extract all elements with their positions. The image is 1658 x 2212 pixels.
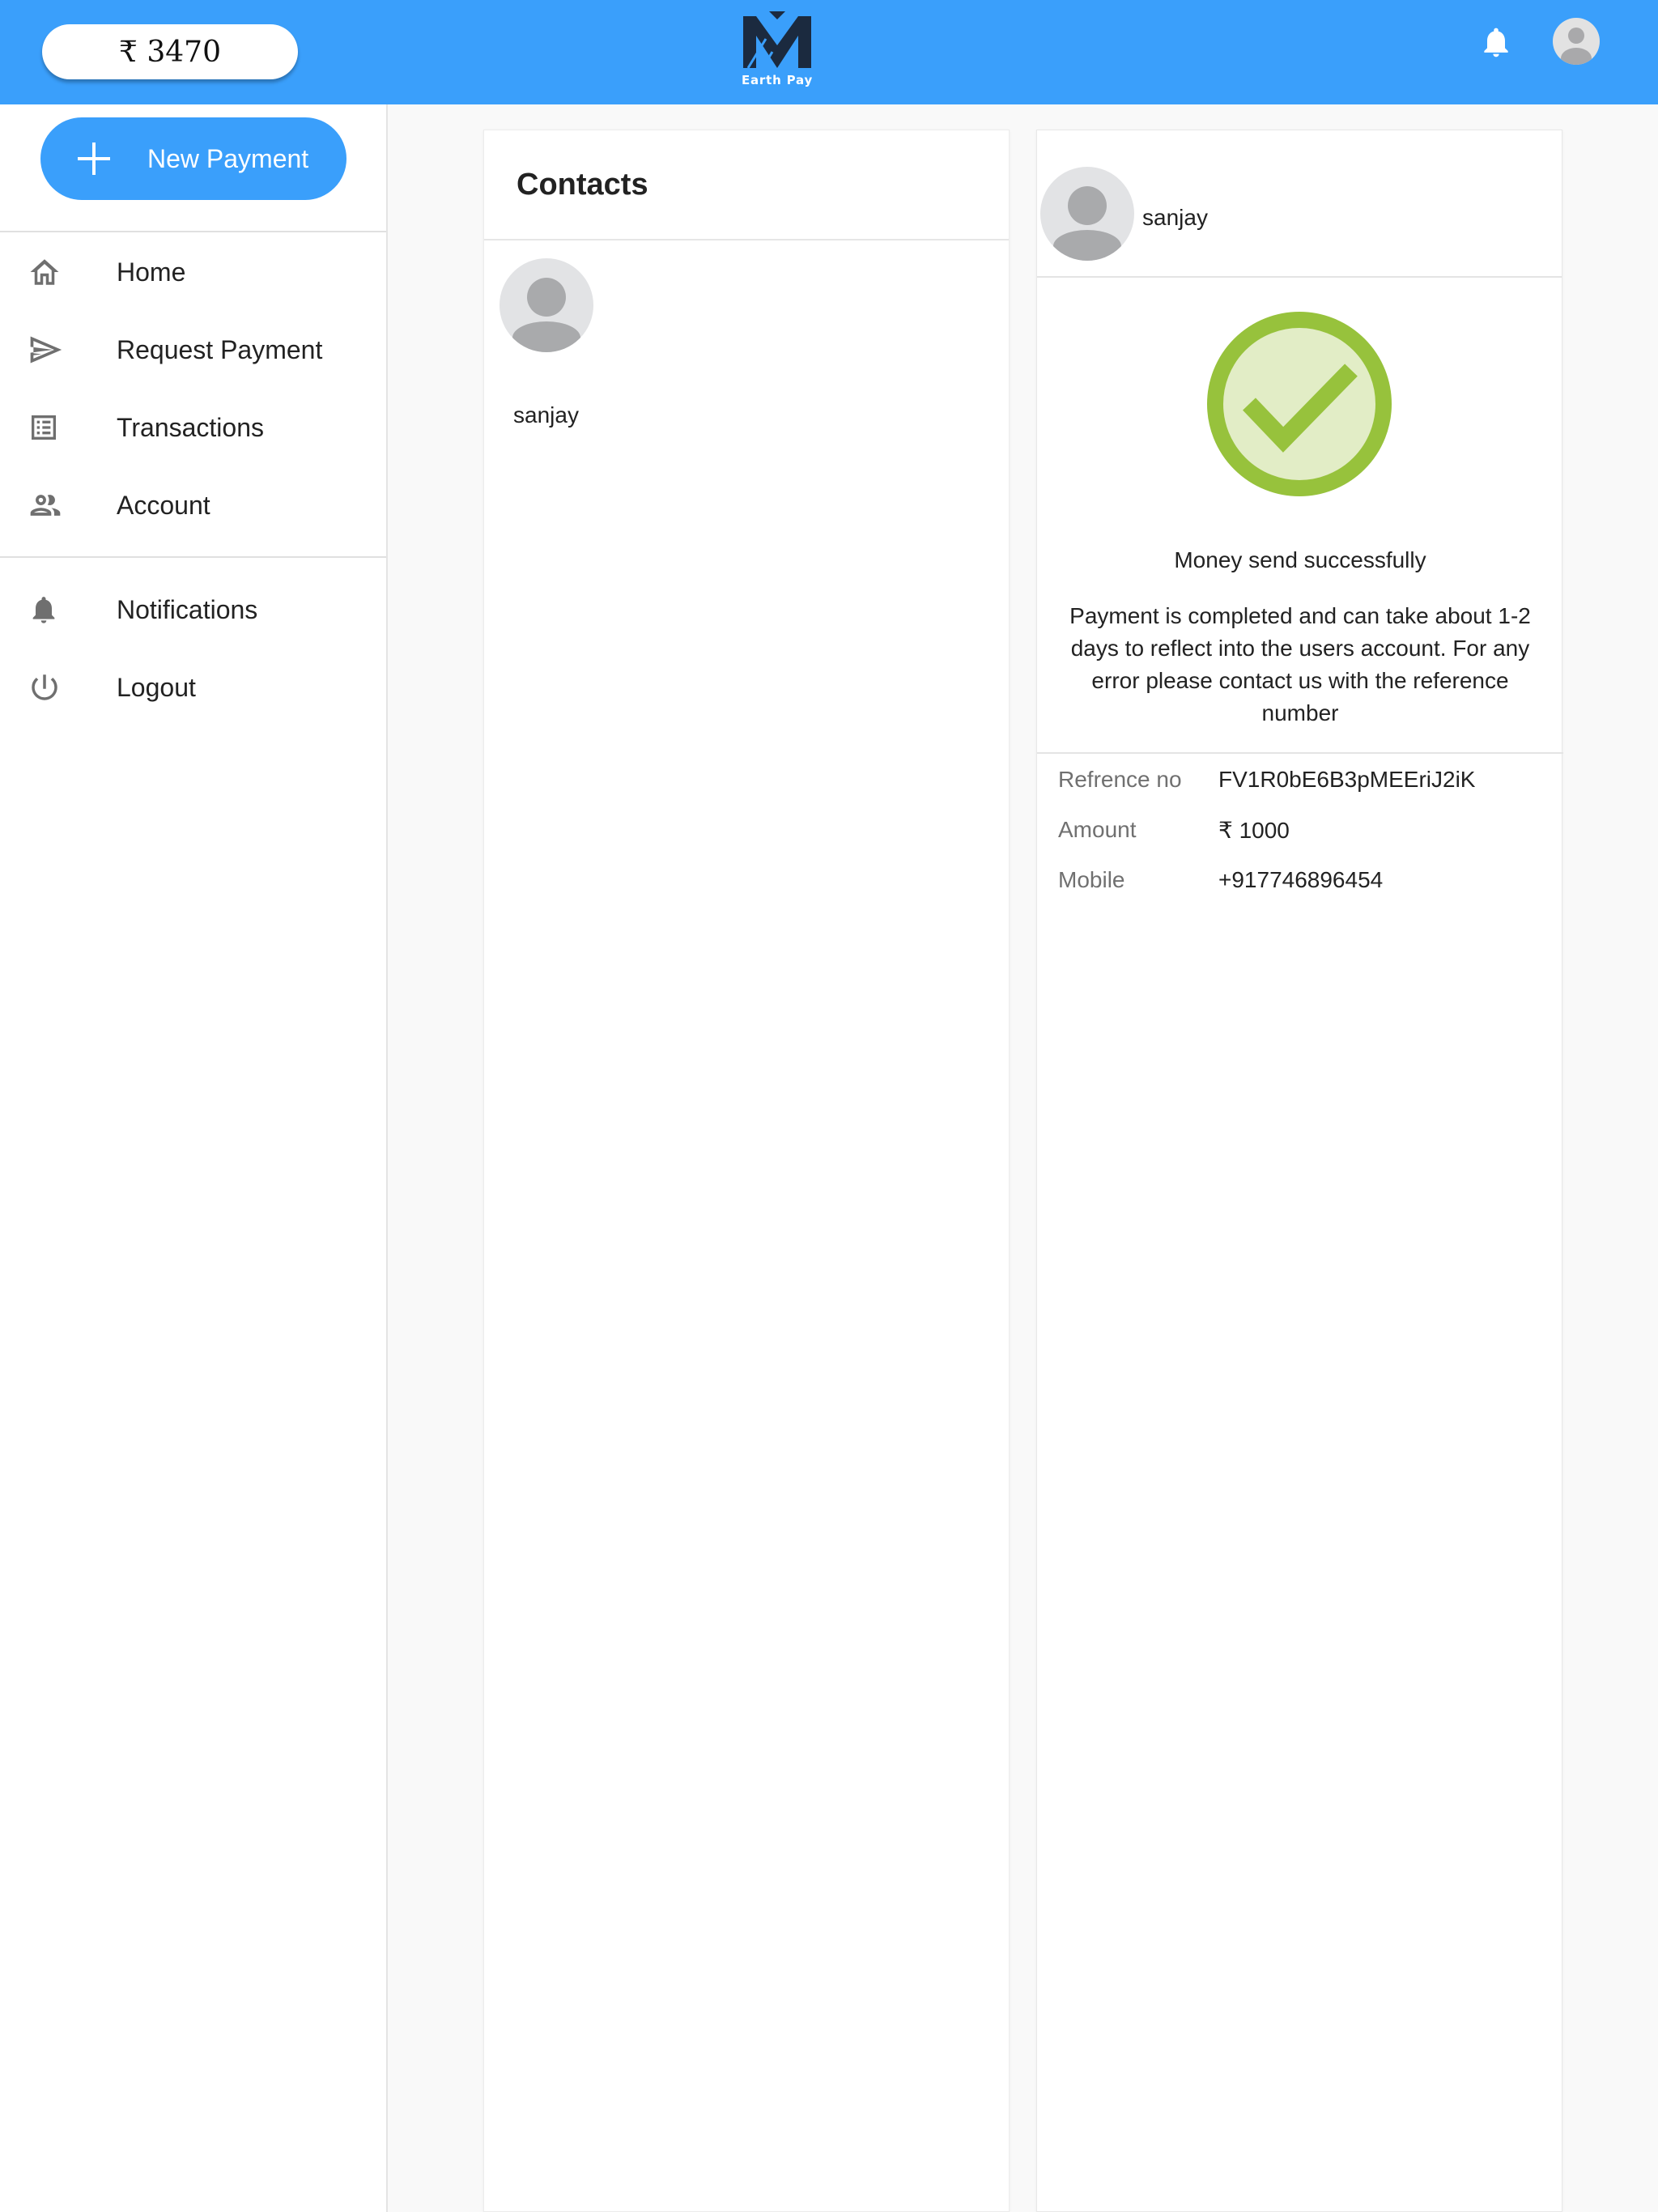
- sidebar: New Payment Home Request Payment Transac…: [0, 104, 388, 2212]
- sidebar-item-request-payment[interactable]: Request Payment: [0, 311, 386, 389]
- receipt-divider: [1037, 752, 1563, 754]
- plus-icon: [40, 141, 147, 177]
- sidebar-divider: [0, 231, 386, 232]
- home-icon: [0, 255, 117, 289]
- list-icon: [0, 411, 117, 444]
- mobile-value: +917746896454: [1218, 867, 1384, 892]
- sidebar-item-notifications[interactable]: Notifications: [0, 571, 386, 649]
- bell-icon[interactable]: [1478, 24, 1514, 60]
- reference-row: Refrence no FV1R0bE6B3pMEEriJ2iK: [1058, 764, 1544, 796]
- recipient-name: sanjay: [1142, 205, 1208, 230]
- sidebar-item-label: Logout: [117, 672, 196, 702]
- contact-name[interactable]: sanjay: [513, 402, 579, 428]
- new-payment-button[interactable]: New Payment: [40, 117, 346, 200]
- top-app-bar: ₹ 3470 Earth Pay: [0, 0, 1658, 104]
- people-icon: [0, 487, 117, 523]
- amount-row: Amount ₹ 1000: [1058, 814, 1544, 846]
- bell-icon: [0, 593, 117, 626]
- success-check-icon: [1207, 312, 1392, 496]
- contacts-title: Contacts: [484, 130, 1009, 240]
- sidebar-item-label: Transactions: [117, 412, 264, 442]
- payment-description: Payment is completed and can take about …: [1069, 603, 1531, 725]
- sidebar-item-home[interactable]: Home: [0, 233, 386, 311]
- detail-label: Amount: [1058, 817, 1137, 842]
- power-icon: [0, 670, 117, 704]
- logo-mark-icon: [743, 11, 811, 69]
- user-avatar-icon[interactable]: [1553, 18, 1600, 65]
- sidebar-item-label: Account: [117, 490, 210, 520]
- payment-receipt-panel: sanjay Money send successfully Payment i…: [1036, 130, 1563, 2212]
- sidebar-item-account[interactable]: Account: [0, 466, 386, 544]
- recipient-avatar-icon: [1040, 167, 1134, 261]
- sidebar-divider: [0, 556, 386, 558]
- detail-label: Refrence no: [1058, 767, 1182, 792]
- new-payment-label: New Payment: [147, 143, 309, 173]
- mobile-row: Mobile +917746896454: [1058, 864, 1544, 896]
- sidebar-item-label: Request Payment: [117, 334, 323, 364]
- earth-pay-logo[interactable]: Earth Pay: [738, 11, 816, 96]
- sidebar-item-label: Home: [117, 257, 186, 287]
- payment-status-text: Money send successfully: [1174, 547, 1426, 572]
- contact-avatar-icon[interactable]: [500, 258, 593, 352]
- sidebar-item-logout[interactable]: Logout: [0, 649, 386, 726]
- contacts-panel: Contacts sanjay: [483, 130, 1010, 2212]
- reference-number: FV1R0bE6B3pMEEriJ2iK: [1218, 767, 1476, 792]
- send-icon: [0, 332, 117, 368]
- receipt-header: sanjay: [1037, 130, 1562, 278]
- detail-label: Mobile: [1058, 867, 1125, 892]
- logo-text: Earth Pay: [741, 73, 814, 87]
- amount-value: ₹ 1000: [1218, 817, 1290, 843]
- sidebar-item-transactions[interactable]: Transactions: [0, 389, 386, 466]
- balance-pill[interactable]: ₹ 3470: [42, 24, 298, 79]
- sidebar-item-label: Notifications: [117, 594, 258, 624]
